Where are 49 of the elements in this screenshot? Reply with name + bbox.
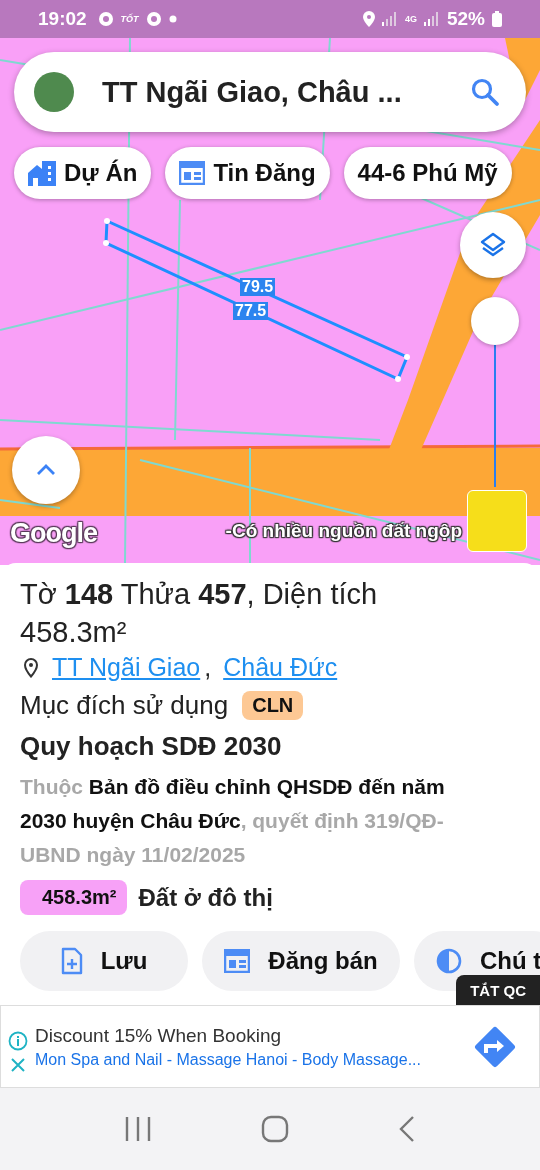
recent-apps-icon[interactable]: [124, 1116, 153, 1142]
chevron-up-icon: [36, 464, 56, 476]
calendar-icon: [224, 949, 251, 973]
filter-chip[interactable]: Tin Đăng: [165, 147, 330, 199]
edge-length-label: 79.5: [240, 278, 276, 296]
location-pin-icon: [24, 657, 38, 678]
photo-placeholder: [34, 72, 74, 112]
opacity-slider[interactable]: [471, 297, 519, 487]
ad-banner[interactable]: Discount 15% When Booking Mon Spa and Nail - Massage Hanoi - Body Massage...: [0, 1005, 540, 1088]
location-icon: [362, 11, 375, 27]
signal-icon: [381, 12, 398, 26]
map-attribution: Google: [10, 518, 97, 549]
plan-description: Thuộc Bản đồ điều chỉnh QHSDĐ đến năm 2030 huyện Châu Đức, quyết định 319/QĐ-UBND ngày 11/02/2025: [20, 774, 446, 868]
status-time: 19:02: [38, 8, 87, 30]
info-icon[interactable]: [8, 1030, 28, 1051]
action-button[interactable]: Đăng bán: [202, 931, 400, 991]
parcel-title: Tờ 148 Thửa 457, Diện tích 458.3m²: [20, 577, 379, 650]
browser-icon: [145, 11, 162, 27]
filter-chip[interactable]: 44-6 Phú Mỹ: [343, 147, 512, 199]
plan-heading: Quy hoạch SDĐ 2030: [20, 731, 283, 762]
ad-link[interactable]: Mon Spa and Nail - Massage Hanoi - Body Massage...: [35, 1050, 463, 1069]
signal-icon: [423, 12, 440, 26]
search-bar[interactable]: TT Ngãi Giao, Châu ...: [14, 52, 526, 132]
calendar-icon: [179, 161, 206, 185]
notification-label: TỐT: [120, 14, 139, 24]
filter-chip[interactable]: Dự Án: [14, 147, 152, 199]
buildings-icon: [28, 160, 56, 186]
file-plus-icon: [60, 947, 83, 975]
network-label: 4G: [404, 14, 417, 24]
battery-percent: 52%: [446, 8, 485, 30]
edge-length-label: 77.5: [233, 302, 269, 320]
dot-icon: [168, 15, 177, 23]
separator-text: ,: [204, 653, 212, 682]
ad-title: Discount 15% When Booking: [35, 1024, 283, 1047]
contrast-icon: [436, 948, 462, 974]
battery-icon: [492, 11, 502, 27]
zone-area-tag: 458.3m²: [20, 880, 127, 915]
close-icon[interactable]: [10, 1056, 26, 1073]
layers-icon: [479, 231, 507, 259]
home-icon[interactable]: [261, 1115, 289, 1143]
back-icon[interactable]: [397, 1115, 416, 1143]
zone-name: Đất ở đô thị: [138, 883, 273, 912]
action-button[interactable]: Lưu: [20, 931, 188, 991]
search-icon[interactable]: [470, 77, 500, 107]
search-value[interactable]: TT Ngãi Giao, Châu ...: [102, 75, 442, 109]
land-use-tag: CLN: [242, 691, 304, 720]
purpose-label: Mục đích sử dụng: [20, 690, 229, 721]
hide-ads-button[interactable]: TẮT QC: [456, 975, 540, 1005]
browser-icon: [97, 11, 114, 27]
